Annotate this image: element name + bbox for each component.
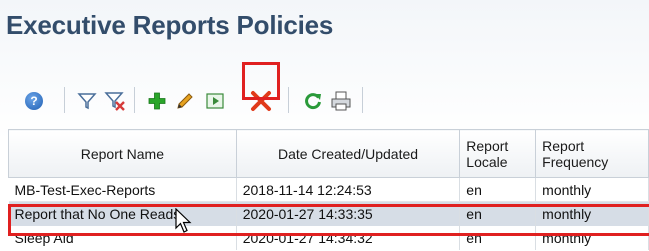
cell-report-name: Report that No One Reads [8, 201, 237, 226]
help-button[interactable]: ? [20, 74, 48, 128]
table-row-selected[interactable]: Report that No One Reads 2020-01-27 14:3… [8, 201, 649, 226]
cell-locale: en [459, 201, 537, 226]
cell-frequency: monthly [535, 177, 649, 202]
filter-button[interactable] [74, 74, 100, 128]
column-header-locale[interactable]: Report Locale [459, 129, 537, 178]
toolbar-separator [64, 87, 65, 113]
cell-frequency: monthly [535, 225, 649, 250]
filter-icon [77, 93, 97, 110]
help-icon: ? [25, 92, 43, 110]
column-header-frequency[interactable]: Report Frequency [535, 129, 649, 178]
table-row[interactable]: MB-Test-Exec-Reports 2018-11-14 12:24:53… [8, 177, 649, 202]
cell-report-name: MB-Test-Exec-Reports [8, 177, 237, 202]
cell-locale: en [459, 225, 537, 250]
run-button[interactable] [202, 74, 228, 128]
toolbar-separator [134, 87, 135, 113]
executive-reports-panel: Executive Reports Policies ? Report Name… [0, 0, 649, 251]
cell-frequency: monthly [535, 201, 649, 226]
print-button[interactable] [328, 74, 354, 128]
column-header-report-name[interactable]: Report Name [8, 129, 237, 178]
table-header-row: Report Name Date Created/Updated Report … [8, 129, 649, 178]
cell-date: 2020-01-27 14:33:35 [236, 201, 461, 226]
toolbar-separator [362, 87, 363, 113]
clear-filter-icon [104, 92, 125, 111]
cell-date: 2018-11-14 12:24:53 [236, 177, 461, 202]
reports-table: Report Name Date Created/Updated Report … [8, 129, 649, 250]
add-button[interactable] [144, 74, 170, 128]
refresh-icon [305, 93, 321, 110]
mouse-cursor-icon [175, 208, 192, 233]
page-title: Executive Reports Policies [6, 10, 334, 40]
refresh-button[interactable] [300, 74, 326, 128]
toolbar-separator [288, 87, 289, 113]
cell-date: 2020-01-27 14:34:32 [236, 225, 461, 250]
column-header-date[interactable]: Date Created/Updated [235, 129, 461, 178]
run-icon [206, 93, 224, 109]
table-row[interactable]: Sleep Aid 2020-01-27 14:34:32 en monthly [8, 225, 649, 250]
clear-filter-button[interactable] [102, 74, 128, 128]
edit-icon [177, 93, 193, 109]
edit-button[interactable] [172, 74, 198, 128]
cell-report-name: Sleep Aid [8, 225, 237, 250]
print-icon [331, 91, 351, 111]
add-icon [148, 92, 166, 110]
delete-highlight [242, 62, 280, 100]
toolbar: ? [0, 74, 649, 128]
cell-locale: en [459, 177, 537, 202]
